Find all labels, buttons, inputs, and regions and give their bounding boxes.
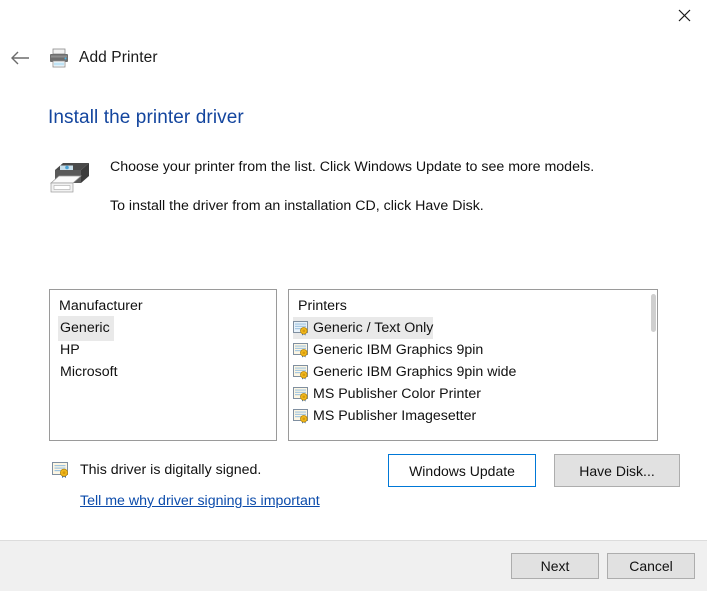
printer-row-content: MS Publisher Imagesetter xyxy=(293,405,476,427)
navigation-bar: Add Printer xyxy=(0,40,707,76)
list-item[interactable]: Microsoft xyxy=(50,361,276,383)
list-item[interactable]: Generic IBM Graphics 9pin wide xyxy=(289,361,657,383)
driver-signature-status: This driver is digitally signed. xyxy=(80,462,261,478)
windows-update-button-label: Windows Update xyxy=(409,463,515,479)
manufacturer-list-header: Manufacturer xyxy=(50,295,276,317)
manufacturer-item-label: Microsoft xyxy=(58,360,122,385)
manufacturer-list-inner: Manufacturer Generic HP Microsoft xyxy=(50,290,276,383)
printers-list-header: Printers xyxy=(289,295,657,317)
printer-row-content: MS Publisher Color Printer xyxy=(293,383,481,405)
certificate-icon xyxy=(52,461,71,479)
close-icon xyxy=(678,9,691,22)
printer-hero-icon xyxy=(46,156,96,198)
printers-listbox[interactable]: Printers Generic / Text Only xyxy=(288,289,658,441)
cancel-button-label: Cancel xyxy=(629,558,673,574)
page-title: Install the printer driver xyxy=(48,107,244,129)
printer-item-label: Generic IBM Graphics 9pin xyxy=(313,339,483,361)
printer-item-label: MS Publisher Color Printer xyxy=(313,383,481,405)
back-button[interactable] xyxy=(4,41,38,75)
next-button[interactable]: Next xyxy=(511,553,599,579)
certificate-icon xyxy=(293,364,310,380)
list-item[interactable]: Generic xyxy=(50,317,276,339)
certificate-icon xyxy=(293,386,310,402)
printer-icon xyxy=(47,46,71,70)
printers-list-inner: Printers Generic / Text Only xyxy=(289,290,657,427)
manufacturer-listbox[interactable]: Manufacturer Generic HP Microsoft xyxy=(49,289,277,441)
list-item[interactable]: MS Publisher Imagesetter xyxy=(289,405,657,427)
dialog-footer xyxy=(0,540,707,591)
have-disk-button[interactable]: Have Disk... xyxy=(554,454,680,487)
manufacturer-header-label: Manufacturer xyxy=(59,295,143,317)
printer-row-content: Generic IBM Graphics 9pin wide xyxy=(293,361,516,383)
back-arrow-icon xyxy=(10,49,32,67)
printer-item-label: Generic IBM Graphics 9pin wide xyxy=(313,361,516,383)
next-button-label: Next xyxy=(541,558,570,574)
printers-header-label: Printers xyxy=(298,295,347,317)
list-item[interactable]: Generic / Text Only xyxy=(289,317,657,339)
instruction-text: Choose your printer from the list. Click… xyxy=(110,158,670,216)
certificate-icon xyxy=(293,320,310,336)
certificate-icon xyxy=(293,342,310,358)
printer-item-label: Generic / Text Only xyxy=(313,317,433,339)
have-disk-button-label: Have Disk... xyxy=(579,463,654,479)
printer-row-content: Generic / Text Only xyxy=(293,317,433,339)
instruction-line-1: Choose your printer from the list. Click… xyxy=(110,158,670,177)
list-item[interactable]: MS Publisher Color Printer xyxy=(289,383,657,405)
printer-row-content: Generic IBM Graphics 9pin xyxy=(293,339,483,361)
printers-list-scrollbar[interactable] xyxy=(651,294,656,332)
cancel-button[interactable]: Cancel xyxy=(607,553,695,579)
close-button[interactable] xyxy=(661,0,707,31)
instruction-line-2: To install the driver from an installati… xyxy=(110,197,670,216)
list-item[interactable]: HP xyxy=(50,339,276,361)
list-item[interactable]: Generic IBM Graphics 9pin xyxy=(289,339,657,361)
driver-signing-info-link[interactable]: Tell me why driver signing is important xyxy=(80,493,320,509)
windows-update-button[interactable]: Windows Update xyxy=(388,454,536,487)
certificate-icon xyxy=(293,408,310,424)
title-bar xyxy=(0,0,707,36)
app-title: Add Printer xyxy=(79,49,158,67)
printer-item-label: MS Publisher Imagesetter xyxy=(313,405,476,427)
